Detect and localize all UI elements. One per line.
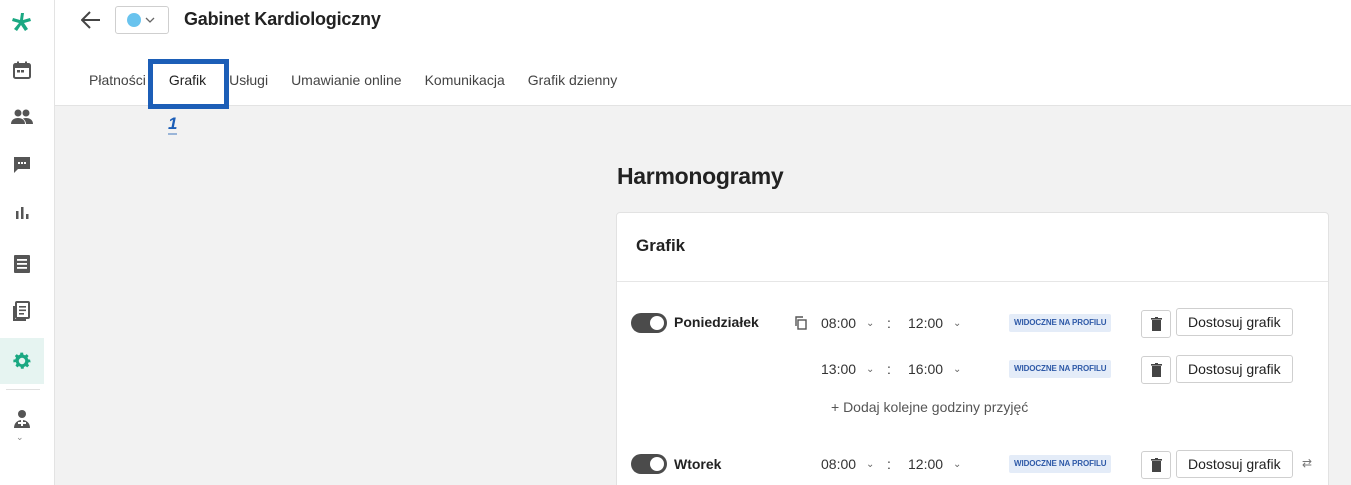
chevron-down-icon: ⌄ (866, 363, 875, 375)
tab-umawianie-online[interactable]: Umawianie online (291, 72, 402, 88)
chevron-down-icon: ⌄ (866, 317, 875, 329)
time-separator: : (887, 456, 891, 472)
time-separator: : (887, 315, 891, 331)
messages-icon[interactable] (0, 142, 44, 188)
chevron-down-icon: ⌄ (953, 458, 962, 470)
tab-komunikacja[interactable]: Komunikacja (425, 72, 505, 88)
time-value: 13:00 (821, 361, 857, 377)
tab-grafik-dzienny[interactable]: Grafik dzienny (528, 72, 617, 88)
card-title: Grafik (617, 213, 1328, 282)
chevron-down-icon (145, 17, 155, 23)
visibility-badge: WIDOCZNE NA PROFILU (1009, 455, 1112, 473)
tab-uslugi[interactable]: Usługi (229, 72, 268, 88)
trash-icon (1150, 363, 1162, 377)
time-to-select[interactable]: 16:00 ⌄ (908, 361, 961, 377)
time-value: 12:00 (908, 315, 944, 331)
rail-divider (6, 389, 40, 390)
time-from-select[interactable]: 13:00 ⌄ (821, 361, 874, 377)
chevron-down-icon: ⌄ (953, 363, 962, 375)
time-value: 08:00 (821, 315, 857, 331)
annotation-number: 1 (168, 114, 178, 135)
customize-schedule-button[interactable]: Dostosuj grafik (1176, 450, 1293, 478)
time-from-select[interactable]: 08:00 ⌄ (821, 315, 874, 331)
chevron-down-icon: ⌄ (866, 458, 875, 470)
top-header: Gabinet Kardiologiczny Płatności Grafik … (55, 0, 1351, 106)
customize-schedule-button[interactable]: Dostosuj grafik (1176, 355, 1293, 383)
customize-schedule-button[interactable]: Dostosuj grafik (1176, 308, 1293, 336)
back-arrow-icon[interactable] (79, 8, 103, 32)
delete-slot-button[interactable] (1141, 451, 1171, 479)
document-icon[interactable] (0, 288, 44, 334)
visibility-badge: WIDOCZNE NA PROFILU (1009, 360, 1112, 378)
schedule-card: Grafik (616, 212, 1329, 485)
repeat-icon[interactable]: ⇄ (1302, 456, 1312, 470)
day-toggle-monday[interactable] (631, 313, 667, 333)
day-label-monday: Poniedziałek (674, 314, 759, 330)
chevron-down-icon[interactable]: ⌄ (16, 432, 24, 443)
highlight-box-tab (148, 59, 229, 109)
add-hours-link[interactable]: + Dodaj kolejne godziny przyjęć (831, 399, 1028, 415)
trash-icon (1150, 458, 1162, 472)
logo-icon[interactable] (0, 0, 44, 46)
visibility-badge: WIDOCZNE NA PROFILU (1009, 314, 1112, 332)
day-toggle-tuesday[interactable] (631, 454, 667, 474)
delete-slot-button[interactable] (1141, 356, 1171, 384)
time-separator: : (887, 361, 891, 377)
tab-platnosci[interactable]: Płatności (89, 72, 146, 88)
time-value: 16:00 (908, 361, 944, 377)
chevron-down-icon: ⌄ (953, 317, 962, 329)
time-from-select[interactable]: 08:00 ⌄ (821, 456, 874, 472)
trash-icon (1150, 317, 1162, 331)
left-navigation-rail: ⌄ (0, 0, 55, 485)
stats-icon[interactable] (0, 190, 44, 236)
time-value: 08:00 (821, 456, 857, 472)
page-title: Gabinet Kardiologiczny (184, 9, 381, 29)
delete-slot-button[interactable] (1141, 310, 1171, 338)
color-select[interactable] (115, 6, 169, 34)
calendar-icon[interactable] (0, 47, 44, 93)
section-title: Harmonogramy (617, 163, 784, 189)
time-to-select[interactable]: 12:00 ⌄ (908, 315, 961, 331)
settings-icon[interactable] (0, 338, 44, 384)
patients-icon[interactable] (0, 94, 44, 140)
color-dot (127, 13, 141, 27)
time-to-select[interactable]: 12:00 ⌄ (908, 456, 961, 472)
list-icon[interactable] (0, 241, 44, 287)
day-label-tuesday: Wtorek (674, 456, 722, 472)
copy-icon[interactable] (794, 316, 807, 335)
time-value: 12:00 (908, 456, 944, 472)
